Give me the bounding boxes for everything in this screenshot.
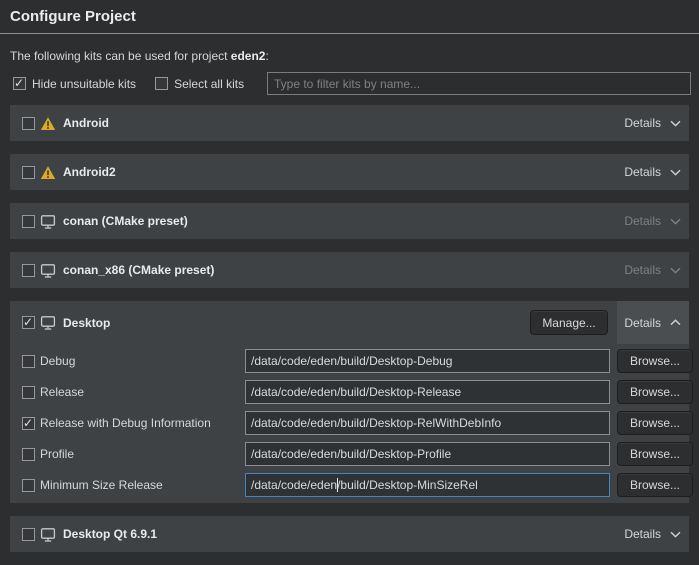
kit-row-android: Android Details	[10, 105, 689, 141]
select-all-kits-checkbox[interactable]	[155, 77, 168, 90]
kit-controls: Hide unsuitable kits Select all kits	[13, 72, 691, 95]
config-label: Release	[40, 385, 84, 399]
desktop-monitor-icon	[40, 527, 56, 542]
chevron-down-icon	[670, 120, 681, 127]
browse-button-minsizerel[interactable]: Browse...	[617, 473, 693, 497]
project-name: eden2	[231, 49, 266, 63]
details-label: Details	[624, 214, 661, 228]
kit-name: Android2	[63, 165, 116, 179]
build-config-list: Debug Browse... Release Browse... Releas…	[22, 349, 682, 504]
kit-name: conan (CMake preset)	[63, 214, 188, 228]
build-dir-input-debug[interactable]	[245, 349, 610, 373]
warning-icon	[40, 116, 56, 131]
kit-list: Android Details Android2 Details conan (…	[10, 105, 689, 565]
config-checkbox-minsizerel[interactable]	[22, 479, 35, 492]
details-toggle-desktop-qt[interactable]: Details	[616, 516, 689, 552]
kit-row-android2: Android2 Details	[10, 154, 689, 190]
kit-name: Desktop	[63, 316, 110, 330]
kit-checkbox-android2[interactable]	[22, 166, 35, 179]
config-checkbox-relwithdebinfo[interactable]	[22, 417, 35, 430]
kit-checkbox-conan[interactable]	[22, 215, 35, 228]
config-row-profile: Profile Browse...	[22, 442, 682, 466]
kit-row-desktop-qt: Desktop Qt 6.9.1 Details	[10, 516, 689, 552]
config-label: Minimum Size Release	[40, 478, 163, 492]
build-dir-input-relwithdebinfo[interactable]	[245, 411, 610, 435]
kit-checkbox-android[interactable]	[22, 117, 35, 130]
details-toggle-conan-x86: Details	[616, 252, 689, 288]
intro-text: The following kits can be used for proje…	[10, 49, 269, 63]
intro-suffix: :	[265, 49, 268, 63]
details-toggle-conan: Details	[616, 203, 689, 239]
details-label: Details	[624, 165, 661, 179]
kit-checkbox-conan-x86[interactable]	[22, 264, 35, 277]
config-row-debug: Debug Browse...	[22, 349, 682, 373]
browse-button-release[interactable]: Browse...	[617, 380, 693, 404]
select-all-kits-label: Select all kits	[174, 77, 244, 91]
kit-name: Android	[63, 116, 109, 130]
warning-icon	[40, 165, 56, 180]
config-checkbox-debug[interactable]	[22, 355, 35, 368]
kit-panel-desktop: Desktop Manage... Details Debug Browse..…	[10, 301, 689, 503]
details-toggle-android[interactable]: Details	[616, 105, 689, 141]
hide-unsuitable-kits-label: Hide unsuitable kits	[32, 77, 136, 91]
chevron-down-icon	[670, 531, 681, 538]
hide-unsuitable-kits-checkbox-group[interactable]: Hide unsuitable kits	[13, 77, 136, 91]
details-toggle-android2[interactable]: Details	[616, 154, 689, 190]
browse-button-relwithdebinfo[interactable]: Browse...	[617, 411, 693, 435]
config-label: Debug	[40, 354, 75, 368]
config-checkbox-release[interactable]	[22, 386, 35, 399]
chevron-down-icon	[670, 218, 681, 225]
details-label: Details	[624, 527, 661, 541]
kit-row-conan-x86: conan_x86 (CMake preset) Details	[10, 252, 689, 288]
kit-row-conan: conan (CMake preset) Details	[10, 203, 689, 239]
kit-filter-input[interactable]	[267, 72, 691, 95]
intro-prefix: The following kits can be used for proje…	[10, 49, 231, 63]
desktop-monitor-icon	[40, 315, 56, 330]
path-text-before-cursor: /data/code/eden	[251, 478, 337, 492]
title-separator	[0, 33, 699, 34]
config-label: Release with Debug Information	[40, 416, 211, 430]
desktop-monitor-icon	[40, 263, 56, 278]
details-label: Details	[624, 316, 661, 330]
page-title: Configure Project	[10, 8, 136, 25]
hide-unsuitable-kits-checkbox[interactable]	[13, 77, 26, 90]
manage-button[interactable]: Manage...	[530, 310, 608, 335]
chevron-down-icon	[670, 169, 681, 176]
kit-name: Desktop Qt 6.9.1	[63, 527, 157, 541]
config-checkbox-profile[interactable]	[22, 448, 35, 461]
config-label: Profile	[40, 447, 74, 461]
config-row-relwithdebinfo: Release with Debug Information Browse...	[22, 411, 682, 435]
config-row-minsizerel: Minimum Size Release /data/code/eden/bui…	[22, 473, 682, 497]
details-label: Details	[624, 263, 661, 277]
details-toggle-desktop[interactable]: Details	[617, 301, 689, 344]
path-text-after-cursor: /build/Desktop-MinSizeRel	[337, 478, 478, 492]
build-dir-input-profile[interactable]	[245, 442, 610, 466]
build-dir-input-release[interactable]	[245, 380, 610, 404]
browse-button-profile[interactable]: Browse...	[617, 442, 693, 466]
kit-checkbox-desktop-qt[interactable]	[22, 528, 35, 541]
chevron-down-icon	[670, 267, 681, 274]
config-row-release: Release Browse...	[22, 380, 682, 404]
kit-checkbox-desktop[interactable]	[22, 316, 35, 329]
kit-name: conan_x86 (CMake preset)	[63, 263, 214, 277]
chevron-up-icon	[670, 319, 681, 326]
browse-button-debug[interactable]: Browse...	[617, 349, 693, 373]
details-label: Details	[624, 116, 661, 130]
kit-row-desktop: Desktop Manage... Details	[10, 301, 689, 344]
build-dir-input-minsizerel[interactable]: /data/code/eden/build/Desktop-MinSizeRel	[245, 473, 610, 497]
select-all-kits-checkbox-group[interactable]: Select all kits	[155, 77, 244, 91]
desktop-monitor-icon	[40, 214, 56, 229]
